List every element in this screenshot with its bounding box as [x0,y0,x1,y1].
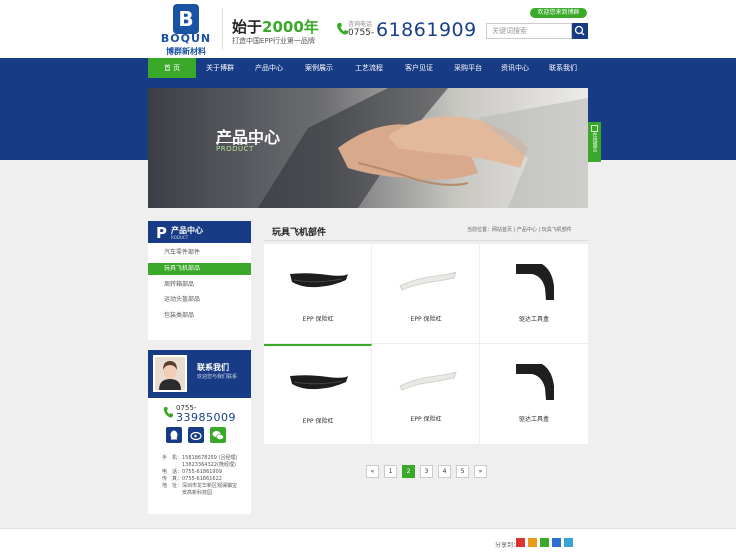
contact-address-2: 安高新科技园 [162,490,213,496]
share-qzone-icon[interactable] [516,538,525,547]
share-renren-icon[interactable] [552,538,561,547]
search-icon [574,25,585,36]
contact-phone-number: 33985009 [176,411,236,424]
nav-item-purchase[interactable]: 采购平台 [444,58,492,78]
product-card[interactable]: EPP 保险杠 [264,344,372,444]
phone-icon [337,23,348,35]
search-button[interactable] [572,23,588,39]
nav-item-news[interactable]: 资讯中心 [492,58,538,78]
product-image [516,364,554,400]
product-image [516,264,554,300]
pagination-page-current[interactable]: 2 [402,465,415,478]
share-tencent-icon[interactable] [564,538,573,547]
sidebar-item-packaging[interactable]: 包装类部品 [148,310,251,322]
hotline-prefix: 0755- [348,28,375,38]
sidebar-item-toy-plane[interactable]: 玩具飞机部品 [148,263,251,275]
search-input[interactable]: 关键词搜索 [486,23,572,39]
slogan: 始于2000年 [232,18,319,36]
wechat-icon[interactable] [210,427,226,443]
banner-subtitle: PRODUCT [216,145,254,153]
feedback-tab-label: 在线留言 [591,132,598,152]
slogan-subtitle: 打造中国EPP行业第一品牌 [232,37,315,45]
product-card[interactable]: 驱达工具盒 [480,244,588,344]
weibo-icon[interactable] [188,427,204,443]
nav-item-about[interactable]: 关于博群 [196,58,244,78]
footer [0,528,736,557]
banner-divider [216,142,260,143]
welcome-button[interactable]: 欢迎您来到博群 [530,8,587,18]
nav-item-products[interactable]: 产品中心 [244,58,294,78]
edit-icon [591,125,598,132]
product-image [399,371,457,391]
nav-item-contact[interactable]: 联系我们 [538,58,588,78]
handshake-image [258,88,588,208]
product-label: EPP 保险杠 [410,316,442,323]
sidebar-item-turnover-box[interactable]: 周转箱部品 [148,279,251,291]
product-image [290,273,348,288]
contact-address: 地 址：深圳市龙华新区观澜镇宝 [162,483,238,489]
product-card[interactable]: EPP 保险杠 [372,344,480,444]
share-weibo-icon[interactable] [528,538,537,547]
sidebar-title-en: RODUCT [171,235,189,240]
logo[interactable]: B BOQUN 博群新材料 [154,4,218,56]
product-image [399,271,457,291]
product-image [290,375,348,390]
sidebar-letter: P [156,224,167,242]
feedback-tab[interactable]: 在线留言 [588,122,601,162]
contact-mobile-2: 13823364322(熊经理) [162,462,236,468]
nav-item-testimonials[interactable]: 客户见证 [394,58,444,78]
pagination-page[interactable]: 1 [384,465,397,478]
title-divider [264,240,588,241]
page-title: 玩具飞机部件 [272,228,327,238]
logo-text-cn: 博群新材料 [166,47,206,56]
qq-icon[interactable] [166,427,182,443]
logo-text-en: BOQUN [160,32,212,45]
share-wechat-icon[interactable] [540,538,549,547]
contact-title: 联系我们 [197,363,229,372]
banner: 产品中心 PRODUCT [148,88,588,208]
avatar [153,355,187,392]
contact-tel: 电 话：0755-61861909 [162,469,222,475]
contact-fax: 传 真：0755-61861622 [162,476,222,482]
logo-mark: B [173,4,199,34]
product-label: 驱达工具盒 [518,416,549,423]
pagination-page[interactable]: 3 [420,465,433,478]
nav-item-process[interactable]: 工艺流程 [344,58,394,78]
pagination-prev[interactable]: « [366,465,379,478]
product-label: EPP 保险杠 [302,316,334,323]
nav-item-home[interactable]: 首 页 [148,58,196,78]
header-divider [222,8,223,50]
product-card[interactable]: EPP 保险杠 [264,244,372,344]
hotline-number: 61861909 [376,19,477,41]
phone-icon [163,407,173,418]
nav-item-cases[interactable]: 案例展示 [294,58,344,78]
product-grid: EPP 保险杠 EPP 保险杠 驱达工具盒 EPP 保险杠 EPP 保险杠 驱达… [264,244,588,444]
pagination-page[interactable]: 4 [438,465,451,478]
product-label: 驱达工具盒 [518,316,549,323]
contact-mobile: 手 机：15818678259 (吕经理) [162,455,238,461]
pagination-page[interactable]: 5 [456,465,469,478]
product-label: EPP 保险杠 [302,418,334,425]
contact-subtitle: 欢迎您与我们联系 [197,374,238,380]
sidebar-item-auto-parts[interactable]: 汽车零件部件 [148,247,251,259]
product-card[interactable]: 驱达工具盒 [480,344,588,444]
breadcrumb[interactable]: 当前位置：网站首页 | 产品中心 | 玩具飞机部件 [467,226,572,233]
pagination-next[interactable]: » [474,465,487,478]
product-card[interactable]: EPP 保险杠 [372,244,480,344]
product-label: EPP 保险杠 [410,416,442,423]
sidebar-item-helmet[interactable]: 运动头盔部品 [148,294,251,306]
hotline-label: 咨询电话 [348,21,373,28]
